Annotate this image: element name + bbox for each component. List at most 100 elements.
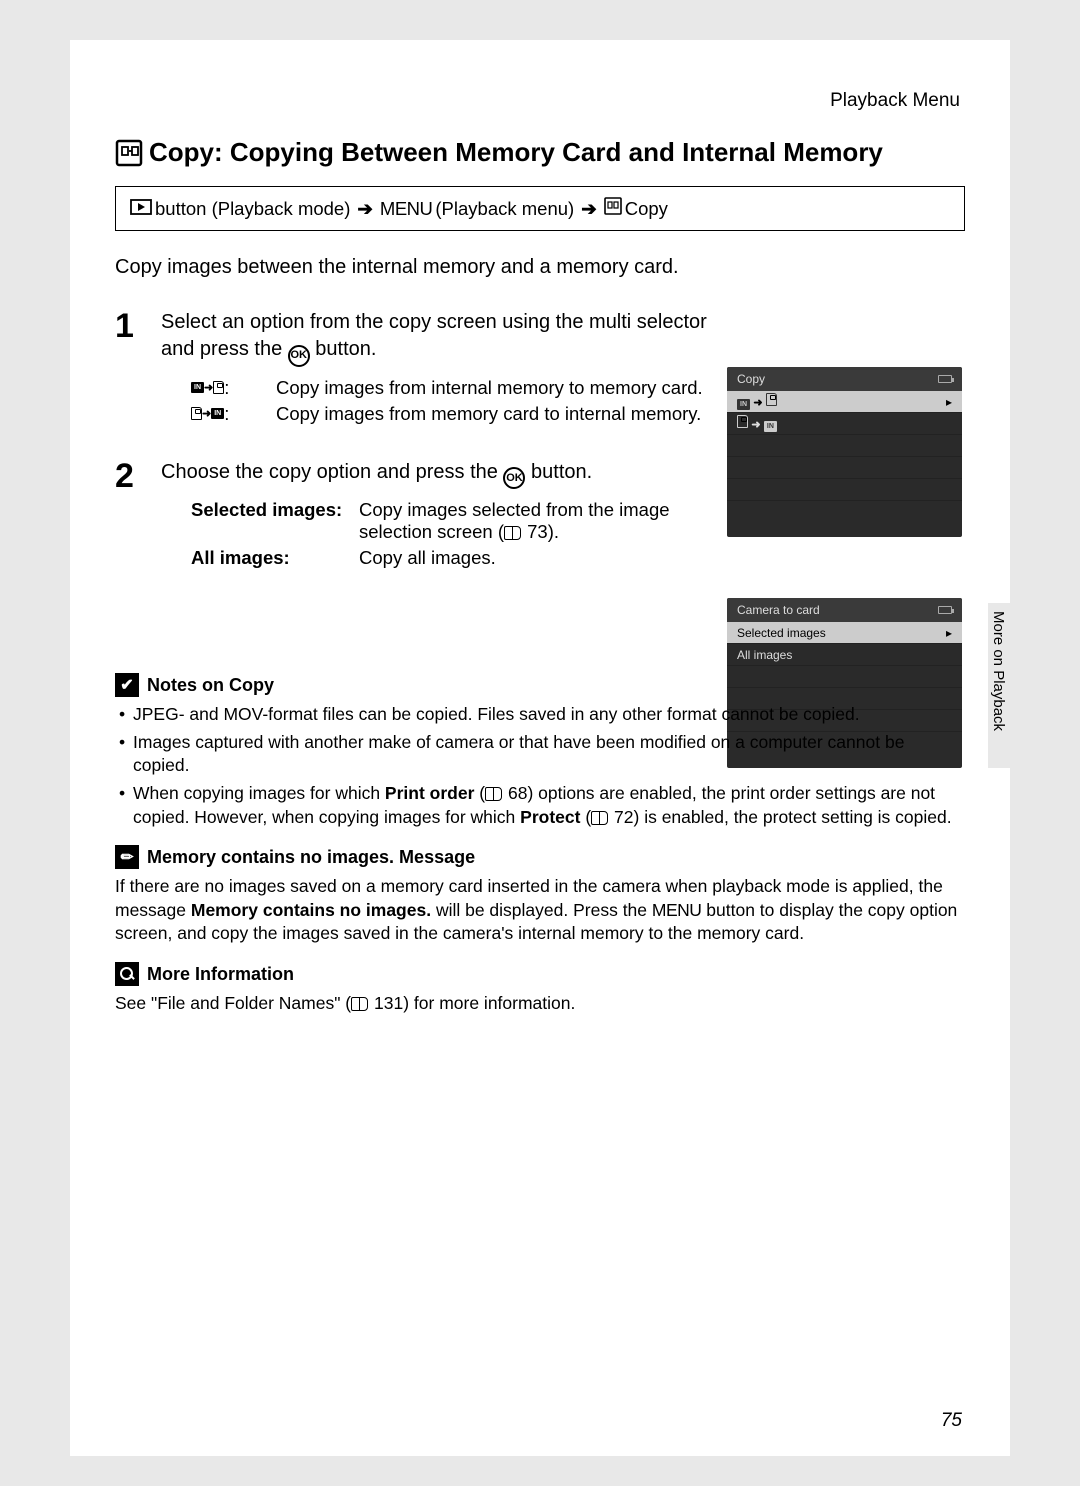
message-title: ✎ Memory contains no images. Message — [115, 845, 965, 869]
desc: Copy images selected from the image sele… — [359, 499, 715, 543]
desc: Copy images from memory card to internal… — [276, 403, 701, 425]
notes-section: ✔ Notes on Copy JPEG- and MOV-format fil… — [115, 673, 965, 1016]
print-order-label: Print order — [385, 783, 474, 803]
empty-row — [727, 666, 962, 688]
t: button. — [525, 461, 592, 483]
screen-title: Camera to card — [737, 603, 820, 617]
page-number: 75 — [941, 1410, 962, 1432]
camera-screen-copy: Copy IN ➜ ▸ ➜ IN — [727, 367, 962, 537]
option-internal-to-card: IN ➜ : Copy images from internal memory … — [191, 377, 715, 399]
arrow-icon: ➜ — [751, 419, 760, 431]
battery-icon — [938, 375, 952, 383]
step-heading: Select an option from the copy screen us… — [161, 309, 715, 367]
screen-title: Copy — [737, 372, 765, 386]
step-body: Select an option from the copy screen us… — [161, 309, 715, 429]
page-header: Playback Menu — [115, 90, 965, 112]
in-icon: IN — [764, 421, 777, 432]
t: ( — [580, 807, 591, 827]
label: All images — [191, 547, 284, 568]
title-text: Copy: Copying Between Memory Card and In… — [149, 137, 883, 168]
page-container: More on Playback Playback Menu Copy: Cop… — [70, 40, 1010, 1456]
title-text: Memory contains no images. Message — [147, 847, 475, 868]
book-icon — [351, 997, 368, 1011]
t: ( — [474, 783, 485, 803]
copy-small-icon — [604, 197, 622, 220]
sd-to-in-icon: ➜ IN: — [191, 403, 266, 425]
in-icon: IN — [211, 408, 224, 419]
screen-header: Copy — [727, 367, 962, 391]
in-to-sd-icon: IN ➜ : — [191, 377, 266, 399]
more-info-title: More Information — [115, 962, 965, 986]
page-ref: 73 — [527, 521, 548, 542]
ok-button-icon: OK — [288, 345, 310, 367]
screen-header: Camera to card — [727, 598, 962, 622]
in-to-sd-icon: IN ➜ — [737, 393, 777, 410]
screen-row[interactable]: All images — [727, 644, 962, 666]
message-paragraph: If there are no images saved on a memory… — [115, 875, 965, 946]
menu-button-text: MENU — [380, 198, 432, 220]
step-body: Choose the copy option and press the OK … — [161, 459, 715, 574]
t: See "File and Folder Names" ( — [115, 993, 351, 1013]
sd-to-in-icon: ➜ IN — [737, 415, 777, 432]
battery-icon — [938, 606, 952, 614]
protect-label: Protect — [520, 807, 580, 827]
step-number: 1 — [115, 309, 143, 343]
option-selected-images: Selected images: Copy images selected fr… — [191, 499, 715, 543]
title-text: More Information — [147, 964, 294, 985]
step-number: 2 — [115, 459, 143, 493]
book-icon — [485, 787, 502, 801]
t: When copying images for which — [133, 783, 385, 803]
screen-row-selected[interactable]: Selected images ▸ — [727, 622, 962, 644]
row-text: Selected images — [737, 626, 826, 640]
chevron-right-icon: ▸ — [946, 395, 952, 409]
book-icon — [591, 811, 608, 825]
title-text: Notes on Copy — [147, 675, 274, 696]
option-all-images: All images: Copy all images. — [191, 547, 715, 569]
label: Selected images — [191, 499, 336, 520]
arrow-icon: ➜ — [753, 397, 762, 409]
in-icon: IN — [737, 399, 750, 410]
desc: Copy images from internal memory to memo… — [276, 377, 703, 399]
sd-icon — [766, 393, 777, 406]
t: Choose the copy option and press the — [161, 461, 503, 483]
bc-part-3: Copy — [625, 198, 668, 220]
t: button. — [310, 338, 377, 360]
note-item: When copying images for which Print orde… — [115, 782, 965, 829]
option-card-to-internal: ➜ IN: Copy images from memory card to in… — [191, 403, 715, 425]
pencil-icon: ✎ — [115, 845, 139, 869]
empty-row — [727, 457, 962, 479]
page-ref: 68 — [508, 783, 527, 803]
side-tab: More on Playback — [988, 603, 1010, 768]
ok-button-icon: OK — [503, 467, 525, 489]
page-ref: 72 — [614, 807, 633, 827]
info-icon — [115, 962, 139, 986]
playback-icon — [130, 198, 152, 220]
more-info-paragraph: See "File and Folder Names" ( 131) for m… — [115, 992, 965, 1016]
check-icon: ✔ — [115, 673, 139, 697]
menu-button-text: MENU — [652, 900, 702, 920]
screen-row-selected[interactable]: IN ➜ ▸ — [727, 391, 962, 413]
t: Select an option from the copy screen us… — [161, 311, 707, 360]
bc-part-1: button (Playback mode) — [155, 198, 350, 220]
step-heading: Choose the copy option and press the OK … — [161, 459, 715, 490]
copy-icon — [115, 139, 143, 167]
chevron-right-icon: ▸ — [946, 626, 952, 640]
bc-part-2: (Playback menu) — [435, 198, 574, 220]
in-icon: IN — [191, 382, 204, 393]
arrow-icon: ➜ — [202, 407, 211, 420]
t: ) for more information. — [403, 993, 575, 1013]
sd-icon — [737, 415, 748, 428]
page-ref: 131 — [374, 993, 403, 1013]
t: will be displayed. Press the — [431, 900, 652, 920]
desc: Copy all images. — [359, 547, 715, 569]
row-text: All images — [737, 648, 792, 662]
arrow-icon: ➜ — [204, 381, 213, 394]
msg-bold: Memory contains no images. — [191, 900, 431, 920]
sd-icon — [213, 381, 224, 394]
t: ). — [548, 521, 559, 542]
note-item: JPEG- and MOV-format files can be copied… — [115, 703, 965, 727]
screen-row[interactable]: ➜ IN — [727, 413, 962, 435]
breadcrumb: button (Playback mode) ➔ MENU (Playback … — [115, 186, 965, 231]
sd-icon — [191, 407, 202, 420]
empty-row — [727, 435, 962, 457]
